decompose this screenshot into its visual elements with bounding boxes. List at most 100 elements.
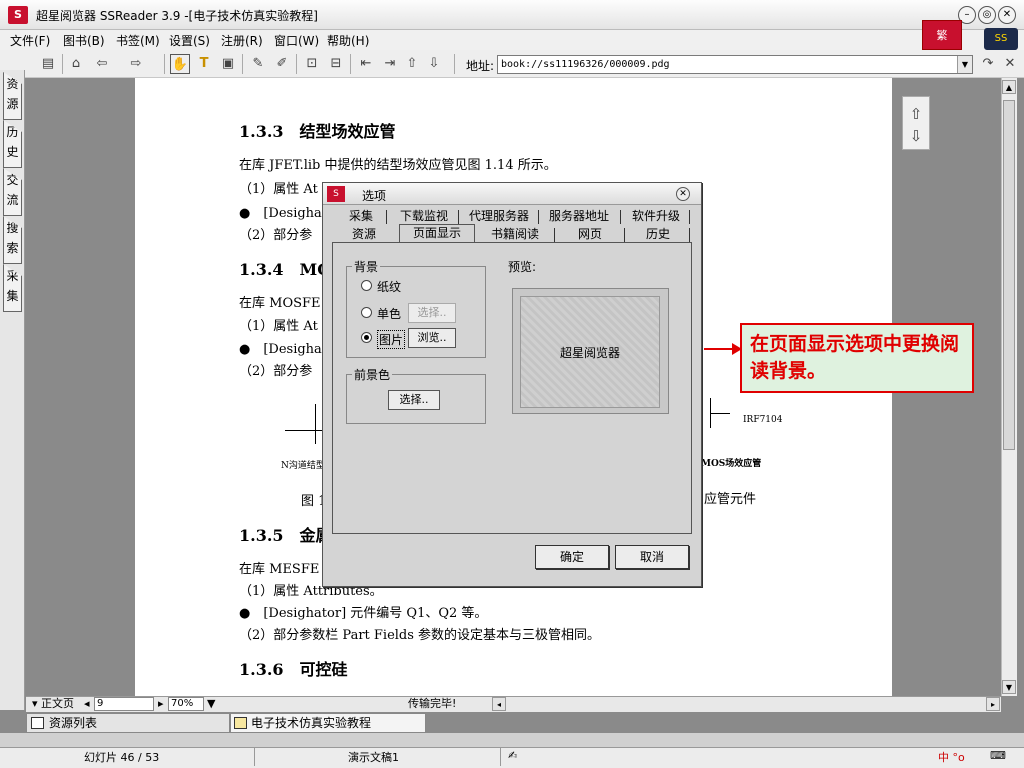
next-page-icon[interactable]: ⇩	[905, 125, 927, 147]
radio-image-label: 图片	[377, 330, 406, 349]
menu-window[interactable]: 窗口(W)	[274, 32, 319, 49]
document-name: 演示文稿1	[348, 751, 399, 764]
back-icon[interactable]: ⇦	[92, 54, 112, 74]
toolbar-separator	[242, 54, 243, 74]
select-region-icon[interactable]: ▣	[218, 54, 238, 74]
prev-page-icon[interactable]: ⇧	[905, 103, 927, 125]
zoom-dropdown-icon[interactable]: ▼	[207, 696, 215, 712]
text-tool-icon[interactable]: T	[194, 54, 214, 74]
resource-list-tab[interactable]: 资源列表	[26, 713, 230, 733]
go-icon[interactable]: ↷	[978, 54, 998, 74]
browse-image-button[interactable]: 浏览..	[408, 328, 456, 348]
scroll-up-icon[interactable]: ▲	[1002, 80, 1016, 94]
foreground-color-button[interactable]: 选择..	[388, 390, 440, 410]
circuit-line	[315, 404, 316, 444]
maximize-icon[interactable]: ◎	[978, 6, 996, 24]
scroll-thumb[interactable]	[1003, 100, 1015, 450]
tab-history[interactable]: 历史	[630, 227, 686, 243]
doc-line: （1）属性 At	[239, 319, 318, 334]
menu-register[interactable]: 注册(R)	[221, 32, 263, 49]
section-heading: 1.3.3 结型场效应管	[239, 122, 396, 141]
toolbar-separator	[164, 54, 165, 74]
toolbar-close-icon[interactable]: ✕	[1000, 54, 1020, 74]
toolbar-separator	[296, 54, 297, 74]
part-label: IRF7104	[743, 415, 783, 425]
book-tab[interactable]: 电子技术仿真实验教程	[230, 713, 426, 733]
dialog-logo-icon: S	[327, 186, 345, 202]
highlight-icon[interactable]: ✐	[272, 54, 292, 74]
hscroll-left-icon[interactable]: ◂	[492, 697, 506, 711]
keyboard-icon[interactable]: ⌨	[990, 749, 1006, 762]
figure-caption: N沟道结型	[281, 461, 325, 471]
background-group-label: 背景	[352, 258, 381, 275]
tab-software-upgrade[interactable]: 软件升级	[626, 209, 686, 225]
tab-divider	[554, 228, 555, 242]
last-page-icon[interactable]: ⇥	[380, 54, 400, 74]
toolbar-separator	[454, 54, 455, 74]
doc-line: ● [Desighator] 元件编号 Q1、Q2 等。	[239, 606, 488, 621]
solid-color-select-button[interactable]: 选择..	[408, 303, 456, 323]
fit-page-icon[interactable]: ⊟	[326, 54, 346, 74]
figure-caption: 应管元件	[704, 492, 757, 507]
home-icon[interactable]: ⌂	[66, 54, 86, 74]
radio-solid-color-label: 单色	[377, 307, 402, 321]
tab-page-display[interactable]: 页面显示	[401, 226, 473, 242]
annotation-arrow	[704, 348, 734, 350]
address-dropdown-icon[interactable]: ▼	[957, 56, 972, 73]
menu-help[interactable]: 帮助(H)	[327, 32, 369, 49]
taskbar-divider	[500, 748, 501, 766]
zoom-select[interactable]: 70%	[168, 697, 204, 711]
tab-web[interactable]: 网页	[560, 227, 620, 243]
spellcheck-icon[interactable]: ✍	[508, 749, 517, 762]
doc-line: 在库 JFET.lib 中提供的结型场效应管见图 1.14 所示。	[239, 158, 557, 173]
page-left-icon[interactable]: ◂	[84, 696, 90, 712]
hand-tool-icon[interactable]: ✋	[170, 54, 190, 74]
address-input[interactable]: book://ss11196326/000009.pdg	[497, 55, 973, 74]
tab-download-monitor[interactable]: 下载监视	[394, 209, 454, 225]
ime-tray[interactable]: 中 °o	[938, 749, 965, 765]
page-number-input[interactable]: 9	[94, 697, 154, 711]
tab-resources[interactable]: 资源	[342, 227, 386, 243]
preview-label: 预览:	[508, 260, 537, 274]
forward-icon[interactable]: ⇨	[126, 54, 146, 74]
doc-line: ● [Desigha	[239, 342, 322, 357]
figure-caption: MOS场效应管	[701, 459, 762, 469]
close-icon[interactable]: ✕	[998, 6, 1016, 24]
dialog-title: 选项	[362, 189, 387, 203]
brand-badge: 繁	[922, 20, 962, 50]
toolbar-separator	[62, 54, 63, 74]
fit-width-icon[interactable]: ⊡	[302, 54, 322, 74]
scroll-down-icon[interactable]: ▼	[1002, 680, 1016, 694]
doc-line: 在库 MOSFE	[239, 296, 321, 311]
resource-list-icon[interactable]: ▤	[38, 54, 58, 74]
hscroll-right-icon[interactable]: ▸	[986, 697, 1000, 711]
menu-file[interactable]: 文件(F)	[10, 32, 50, 49]
dialog-close-icon[interactable]: ✕	[676, 187, 690, 201]
tab-divider	[386, 210, 387, 224]
tab-divider	[458, 210, 459, 224]
menu-books[interactable]: 图书(B)	[63, 32, 105, 49]
tab-proxy[interactable]: 代理服务器	[464, 209, 534, 225]
tab-collect[interactable]: 采集	[344, 209, 378, 225]
tab-divider	[689, 228, 690, 242]
doc-line: 在库 MESFE	[239, 562, 320, 577]
menu-settings[interactable]: 设置(S)	[169, 32, 210, 49]
page-right-icon[interactable]: ▸	[158, 696, 164, 712]
page-up-icon[interactable]: ⇧	[402, 54, 422, 74]
first-page-icon[interactable]: ⇤	[356, 54, 376, 74]
resource-list-label: 资源列表	[49, 716, 98, 730]
tab-book-reading[interactable]: 书籍阅读	[480, 227, 550, 243]
cancel-button[interactable]: 取消	[615, 545, 689, 569]
radio-paper-texture[interactable]	[361, 280, 372, 291]
page-down-icon[interactable]: ⇩	[424, 54, 444, 74]
bottom-strip	[0, 733, 1024, 747]
radio-solid-color[interactable]	[361, 307, 372, 318]
toolbar-separator	[350, 54, 351, 74]
annotation-callout: 在页面显示选项中更换阅读背景。	[740, 323, 974, 393]
annotate-icon[interactable]: ✎	[248, 54, 268, 74]
menu-bookmarks[interactable]: 书签(M)	[116, 32, 160, 49]
tab-server-address[interactable]: 服务器地址	[544, 209, 614, 225]
page-type-dropdown[interactable]: ▾ 正文页	[32, 696, 74, 712]
doc-line: （1）属性 At	[239, 182, 318, 197]
ok-button[interactable]: 确定	[535, 545, 609, 569]
